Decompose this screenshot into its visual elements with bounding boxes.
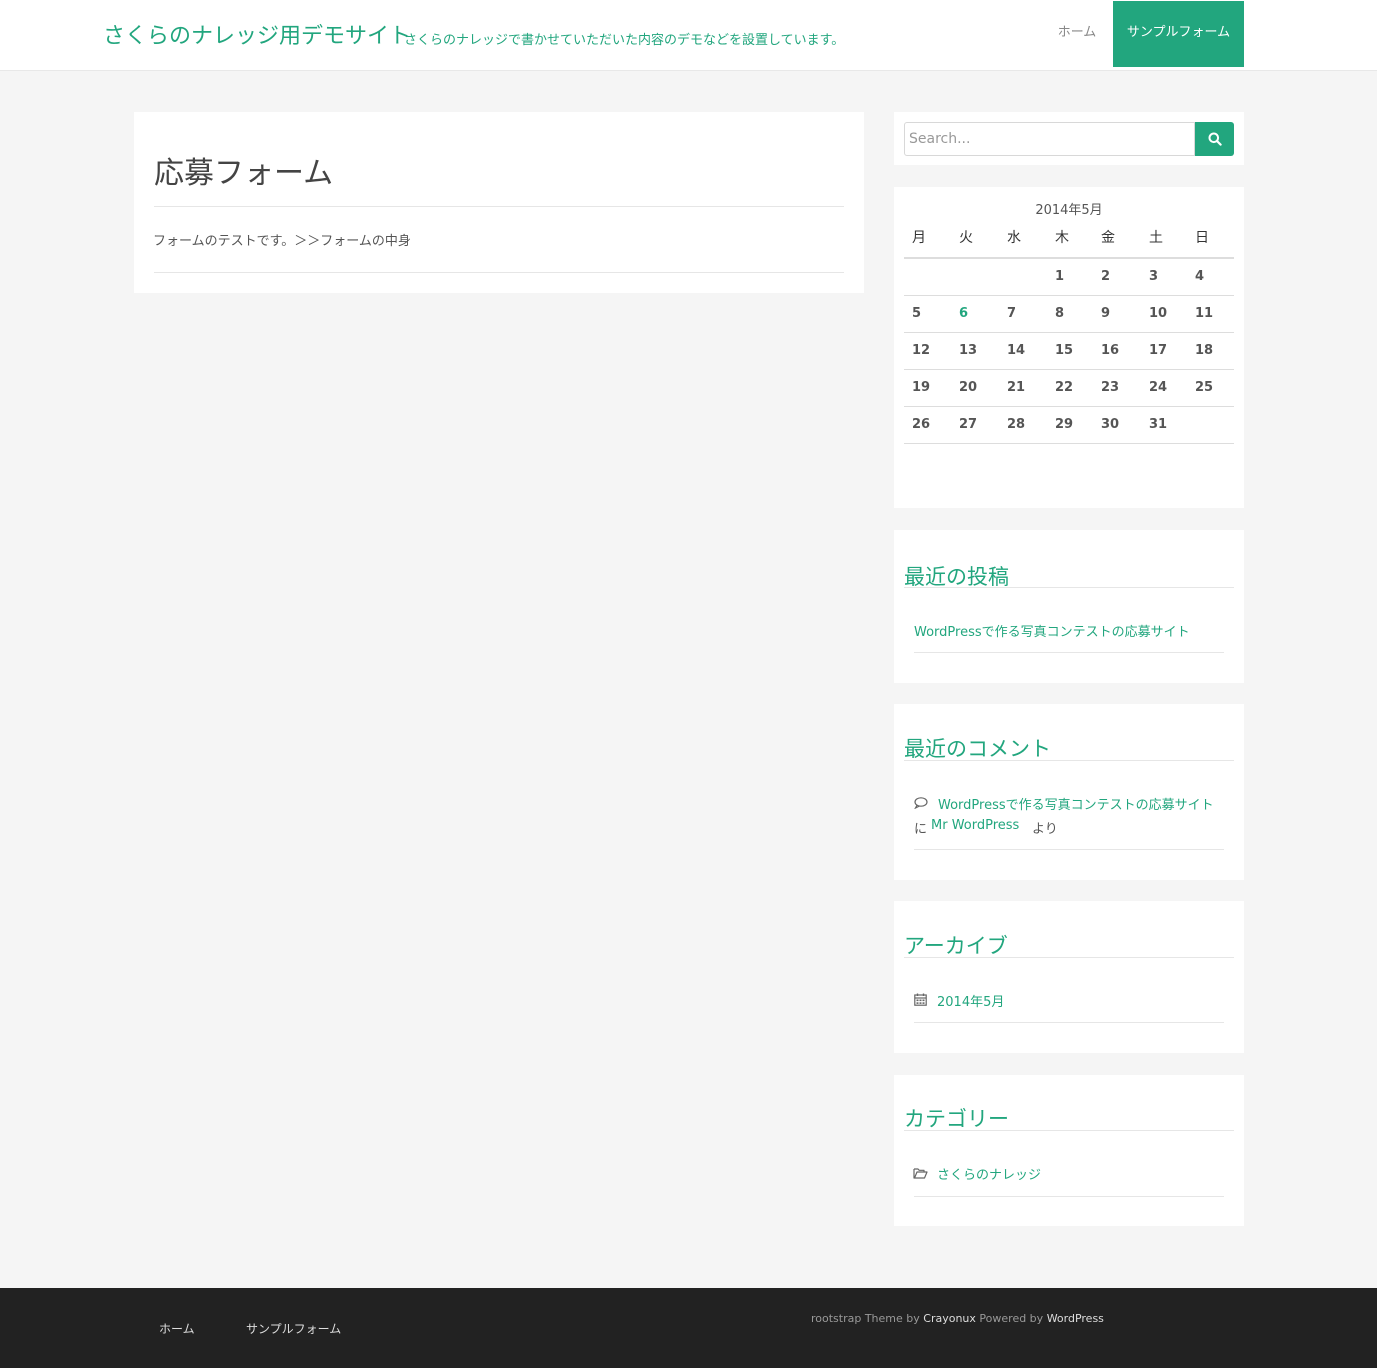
search-icon — [1208, 132, 1222, 146]
calendar-widget: 2014年5月 月火水木金土日 1 2 3 4 5 6 7 8 9 10 11 12 13 14 15 16 1… — [894, 187, 1244, 508]
calendar-day: 19 — [912, 380, 931, 395]
widget-title-recent-comments: 最近のコメント — [904, 733, 1234, 761]
calendar-day: 13 — [959, 343, 978, 358]
article-body: フォームのテストです。＞＞フォームの中身 — [153, 234, 411, 249]
calendar-weekday: 水 — [1007, 230, 1021, 246]
search-widget — [894, 112, 1244, 165]
calendar-day: 28 — [1007, 417, 1026, 432]
widget-title-recent-posts: 最近の投稿 — [904, 561, 1234, 589]
nav-item-home[interactable]: ホーム — [1041, 1, 1113, 67]
divider — [914, 1022, 1224, 1023]
divider — [154, 206, 844, 207]
folder-icon — [913, 1168, 928, 1179]
calendar-day: 20 — [959, 380, 978, 395]
calendar-week-row: 1 2 3 4 — [904, 259, 1234, 296]
recent-comments-widget: 最近のコメント WordPressで作る写真コンテストの応募サイト に Mr W… — [894, 704, 1244, 880]
credit-theme-text: rootstrap Theme by — [811, 1312, 920, 1325]
calendar-day: 1 — [1055, 269, 1065, 284]
comment-author-link[interactable]: Mr WordPress — [931, 818, 1019, 833]
credit-powered-text: Powered by — [979, 1312, 1044, 1325]
divider — [154, 272, 844, 273]
comment-connector: に — [914, 822, 928, 837]
calendar-day: 4 — [1195, 269, 1205, 284]
divider — [914, 652, 1224, 653]
calendar-day: 17 — [1149, 343, 1168, 358]
calendar-day: 24 — [1149, 380, 1168, 395]
calendar-day: 7 — [1007, 306, 1017, 321]
main-article: 応募フォーム フォームのテストです。＞＞フォームの中身 — [134, 112, 864, 293]
divider — [914, 849, 1224, 850]
nav-item-sample-form[interactable]: サンプルフォーム — [1113, 1, 1244, 67]
comment-post-link[interactable]: WordPressで作る写真コンテストの応募サイト — [938, 794, 1214, 813]
calendar-day: 29 — [1055, 417, 1074, 432]
categories-widget: カテゴリー さくらのナレッジ — [894, 1075, 1244, 1226]
calendar-day: 30 — [1101, 417, 1120, 432]
calendar-weekday: 火 — [959, 230, 973, 246]
site-description: さくらのナレッジで書かせていただいた内容のデモなどを設置しています。 — [404, 33, 845, 48]
calendar-day: 10 — [1149, 306, 1168, 321]
widget-title-categories: カテゴリー — [904, 1103, 1234, 1131]
calendar-weekday: 月 — [912, 230, 926, 246]
calendar-day: 27 — [959, 417, 978, 432]
footer-nav-sample-form[interactable]: サンプルフォーム — [246, 1320, 341, 1337]
calendar-day: 31 — [1149, 417, 1168, 432]
page-title: 応募フォーム — [154, 156, 334, 191]
archives-widget: アーカイブ 2014年5月 — [894, 901, 1244, 1053]
calendar-day: 21 — [1007, 380, 1026, 395]
search-button[interactable] — [1195, 122, 1234, 156]
calendar-day: 9 — [1101, 306, 1111, 321]
site-header: さくらのナレッジ用デモサイト さくらのナレッジで書かせていただいた内容のデモなど… — [0, 0, 1377, 71]
credit-author-link[interactable]: Crayonux — [923, 1312, 976, 1325]
calendar-day: 3 — [1149, 269, 1159, 284]
calendar-day: 23 — [1101, 380, 1120, 395]
comment-suffix: より — [1032, 822, 1058, 837]
calendar-weekday: 土 — [1149, 230, 1163, 246]
calendar-day: 5 — [912, 306, 922, 321]
footer-credit: rootstrap Theme by Crayonux Powered by W… — [811, 1312, 1104, 1325]
calendar-icon — [914, 993, 927, 1006]
calendar-week-row: 19 20 21 22 23 24 25 — [904, 370, 1234, 407]
calendar-day: 11 — [1195, 306, 1214, 321]
calendar-day: 12 — [912, 343, 931, 358]
calendar-day: 26 — [912, 417, 931, 432]
calendar-day-link[interactable]: 6 — [959, 296, 968, 332]
comment-icon — [914, 797, 928, 809]
calendar-day: 8 — [1055, 306, 1065, 321]
calendar-weekday: 木 — [1055, 230, 1069, 246]
archive-link[interactable]: 2014年5月 — [937, 991, 1004, 1010]
widget-title-archives: アーカイブ — [904, 930, 1234, 958]
calendar-day: 15 — [1055, 343, 1074, 358]
site-title[interactable]: さくらのナレッジ用デモサイト — [103, 18, 411, 50]
calendar-day: 16 — [1101, 343, 1120, 358]
site-footer: ホーム サンプルフォーム rootstrap Theme by Crayonux… — [0, 1288, 1377, 1368]
recent-posts-widget: 最近の投稿 WordPressで作る写真コンテストの応募サイト — [894, 530, 1244, 683]
calendar-weekday: 日 — [1195, 230, 1209, 246]
search-input[interactable] — [904, 122, 1195, 156]
calendar-day: 18 — [1195, 343, 1214, 358]
category-link[interactable]: さくらのナレッジ — [937, 1164, 1041, 1183]
calendar-weekday: 金 — [1101, 230, 1115, 246]
calendar-day: 25 — [1195, 380, 1214, 395]
calendar-week-row: 5 6 7 8 9 10 11 — [904, 296, 1234, 333]
recent-post-link[interactable]: WordPressで作る写真コンテストの応募サイト — [914, 621, 1190, 640]
credit-wordpress-link[interactable]: WordPress — [1047, 1312, 1104, 1325]
calendar-header-row: 月火水木金土日 — [904, 227, 1234, 259]
calendar-day: 22 — [1055, 380, 1074, 395]
calendar-day: 2 — [1101, 269, 1111, 284]
calendar-week-row: 12 13 14 15 16 17 18 — [904, 333, 1234, 370]
calendar-caption: 2014年5月 — [1035, 203, 1103, 218]
calendar-day: 14 — [1007, 343, 1026, 358]
footer-nav-home[interactable]: ホーム — [159, 1320, 195, 1337]
calendar-week-row: 26 27 28 29 30 31 — [904, 407, 1234, 444]
divider — [914, 1196, 1224, 1197]
